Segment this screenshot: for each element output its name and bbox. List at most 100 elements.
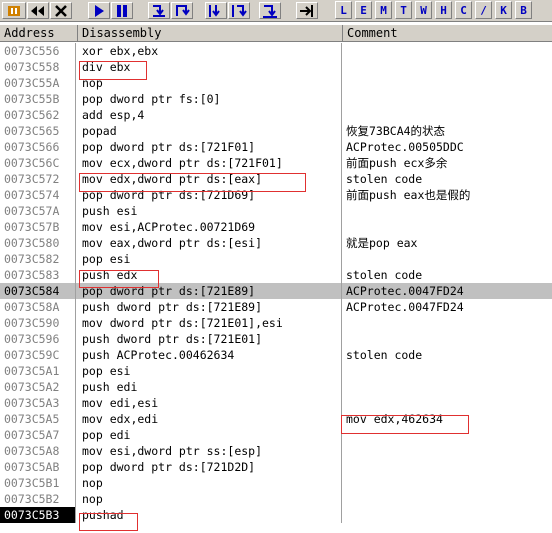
- address-cell: 0073C582: [0, 251, 76, 267]
- disassembly-column-header[interactable]: Disassembly: [78, 25, 343, 41]
- disassembly-cell: mov edx,edi: [79, 411, 342, 427]
- disasm-row[interactable]: 0073C596 push dword ptr ds:[721E01]: [0, 331, 552, 347]
- callstack-window-button[interactable]: K: [495, 1, 512, 19]
- address-column-header[interactable]: Address: [0, 25, 78, 41]
- comment-cell: [343, 251, 552, 267]
- disasm-row[interactable]: 0073C57A push esi: [0, 203, 552, 219]
- disassembly-cell: div ebx: [79, 59, 342, 75]
- comment-cell: 就是pop eax: [346, 236, 418, 250]
- address-cell: 0073C562: [0, 107, 76, 123]
- comment-cell: stolen code: [346, 172, 423, 186]
- disasm-row[interactable]: 0073C59C push ACProtec.00462634 stolen cod…: [0, 347, 552, 363]
- disasm-row[interactable]: 0073C5A5 mov edx,edi mov edx,462634: [0, 411, 552, 427]
- disasm-row[interactable]: 0073C556 xor ebx,ebx: [0, 43, 552, 59]
- disassembly-cell: mov edi,esi: [79, 395, 342, 411]
- log-window-button[interactable]: L: [335, 1, 352, 19]
- disassembly-cell: pushad: [79, 507, 342, 523]
- address-cell: 0073C5AB: [0, 459, 76, 475]
- memory-window-button[interactable]: M: [375, 1, 392, 19]
- disasm-row[interactable]: 0073C583 push edx stolen code: [0, 267, 552, 283]
- threads-window-button[interactable]: T: [395, 1, 412, 19]
- comment-cell: ACProtec.0047FD24: [346, 300, 464, 314]
- handles-window-button[interactable]: H: [435, 1, 452, 19]
- disasm-row[interactable]: 0073C582 pop esi: [0, 251, 552, 267]
- trace-into-icon[interactable]: [205, 2, 227, 19]
- comment-cell: [343, 59, 552, 75]
- goto-icon[interactable]: [296, 2, 318, 19]
- disasm-row[interactable]: 0073C565 popad 恢复73BCA4的状态: [0, 123, 552, 139]
- disasm-row[interactable]: 0073C590 mov dword ptr ds:[721E01],esi: [0, 315, 552, 331]
- disasm-row[interactable]: 0073C58A push dword ptr ds:[721E89] ACProt…: [0, 299, 552, 315]
- address-cell: 0073C590: [0, 315, 76, 331]
- execute-till-return-icon[interactable]: [259, 2, 281, 19]
- disasm-row[interactable]: 0073C5A7 pop edi: [0, 427, 552, 443]
- address-cell: 0073C5B3: [0, 507, 76, 523]
- disassembly-cell: pop edi: [79, 427, 342, 443]
- disasm-row[interactable]: 0073C57B mov esi,ACProtec.00721D69: [0, 219, 552, 235]
- address-cell: 0073C584: [0, 283, 76, 299]
- comment-cell: [343, 203, 552, 219]
- disasm-row[interactable]: 0073C5A3 mov edi,esi: [0, 395, 552, 411]
- step-over-icon[interactable]: [171, 2, 193, 19]
- disasm-row[interactable]: 0073C5A8 mov esi,dword ptr ss:[esp]: [0, 443, 552, 459]
- comment-cell: [343, 379, 552, 395]
- windows-window-button[interactable]: W: [415, 1, 432, 19]
- pause-icon[interactable]: [2, 2, 26, 19]
- disassembly-cell: pop esi: [79, 251, 342, 267]
- comment-cell: 恢复73BCA4的状态: [346, 124, 446, 138]
- disasm-row[interactable]: 0073C558 div ebx: [0, 59, 552, 75]
- comment-column-header[interactable]: Comment: [343, 25, 552, 41]
- disasm-row[interactable]: 0073C580 mov eax,dword ptr ds:[esi] 就是pop …: [0, 235, 552, 251]
- cpu-window-button[interactable]: C: [455, 1, 472, 19]
- step-into-icon[interactable]: [148, 2, 170, 19]
- disassembly-cell: nop: [79, 75, 342, 91]
- disasm-row[interactable]: 0073C5B2 nop: [0, 491, 552, 507]
- disasm-row[interactable]: 0073C566 pop dword ptr ds:[721F01] ACProte…: [0, 139, 552, 155]
- comment-cell: [343, 363, 552, 379]
- comment-cell: [343, 395, 552, 411]
- disasm-row[interactable]: 0073C5A2 push edi: [0, 379, 552, 395]
- close-icon[interactable]: [50, 2, 72, 19]
- address-cell: 0073C5A8: [0, 443, 76, 459]
- disassembly-list: 0073C556 xor ebx,ebx 0073C558 div ebx 0073C5…: [0, 43, 552, 523]
- disassembly-cell: nop: [79, 491, 342, 507]
- disasm-row[interactable]: 0073C55B pop dword ptr fs:[0]: [0, 91, 552, 107]
- disassembly-cell: popad: [79, 123, 342, 139]
- address-cell: 0073C5A1: [0, 363, 76, 379]
- address-cell: 0073C5B2: [0, 491, 76, 507]
- address-cell: 0073C57B: [0, 219, 76, 235]
- address-cell: 0073C5A7: [0, 427, 76, 443]
- comment-cell: [343, 219, 552, 235]
- trace-over-icon[interactable]: [228, 2, 250, 19]
- disasm-row[interactable]: 0073C56C mov ecx,dword ptr ds:[721F01] 前面p…: [0, 155, 552, 171]
- breakpoints-window-button[interactable]: B: [515, 1, 532, 19]
- disasm-row[interactable]: 0073C562 add esp,4: [0, 107, 552, 123]
- address-cell: 0073C55A: [0, 75, 76, 91]
- disassembly-cell: add esp,4: [79, 107, 342, 123]
- disassembly-cell: push dword ptr ds:[721E89]: [79, 299, 342, 315]
- comment-cell: stolen code: [346, 348, 423, 362]
- disasm-row[interactable]: 0073C584 pop dword ptr ds:[721E89] ACProte…: [0, 283, 552, 299]
- disasm-row[interactable]: 0073C55A nop: [0, 75, 552, 91]
- disassembly-cell: xor ebx,ebx: [79, 43, 342, 59]
- address-cell: 0073C5B1: [0, 475, 76, 491]
- modules-window-button[interactable]: E: [355, 1, 372, 19]
- comment-cell: [343, 91, 552, 107]
- disasm-row[interactable]: 0073C5A1 pop esi: [0, 363, 552, 379]
- patches-window-button[interactable]: /: [475, 1, 492, 19]
- disasm-row[interactable]: 0073C572 mov edx,dword ptr ds:[eax] stolen…: [0, 171, 552, 187]
- play-icon[interactable]: [88, 2, 110, 19]
- pause2-icon[interactable]: [111, 2, 133, 19]
- disasm-row[interactable]: 0073C5AB pop dword ptr ds:[721D2D]: [0, 459, 552, 475]
- disasm-row[interactable]: 0073C5B3 pushad: [0, 507, 552, 523]
- comment-cell: [343, 459, 552, 475]
- address-cell: 0073C56C: [0, 155, 76, 171]
- address-cell: 0073C59C: [0, 347, 76, 363]
- toolbar: L E M T W H C / K B: [0, 0, 552, 22]
- address-cell: 0073C572: [0, 171, 76, 187]
- rewind-icon[interactable]: [27, 2, 49, 19]
- disasm-row[interactable]: 0073C574 pop dword ptr ds:[721D69] 前面push …: [0, 187, 552, 203]
- comment-cell: [343, 443, 552, 459]
- disasm-row[interactable]: 0073C5B1 nop: [0, 475, 552, 491]
- disassembly-cell: push esi: [79, 203, 342, 219]
